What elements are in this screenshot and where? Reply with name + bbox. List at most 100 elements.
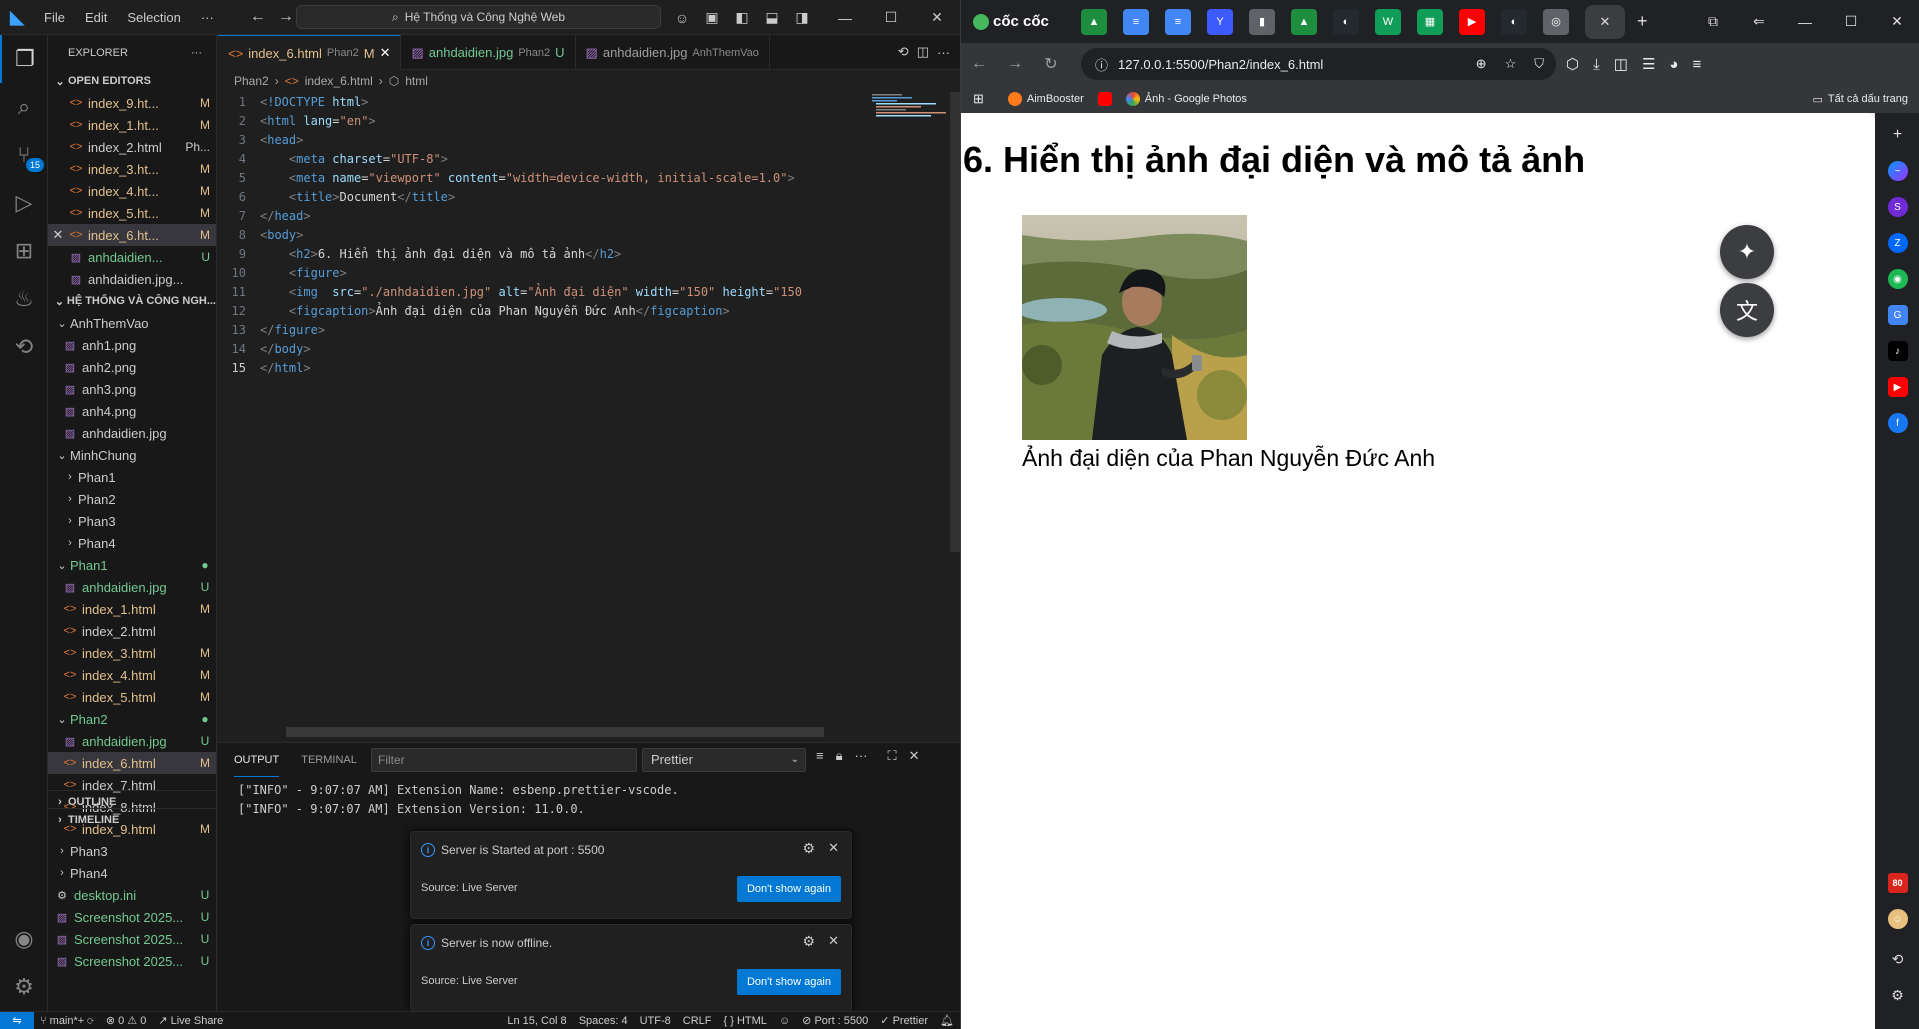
layout-icon[interactable]: ▣ bbox=[700, 6, 724, 30]
minimap[interactable] bbox=[870, 92, 950, 132]
close-icon[interactable]: ✕ bbox=[48, 227, 68, 243]
code-line[interactable]: 12 <figcaption>Ảnh đại diện của Phan Ngu… bbox=[218, 301, 960, 320]
open-editor-item[interactable]: ✕ <> index_6.ht... M bbox=[48, 224, 216, 246]
open-editor-item[interactable]: <> index_4.ht... M bbox=[48, 180, 216, 202]
vertical-scrollbar[interactable] bbox=[950, 92, 960, 737]
code-line[interactable]: 8 <body> bbox=[218, 225, 960, 244]
menu-edit[interactable]: Edit bbox=[75, 0, 117, 35]
file-item[interactable]: <> index_5.html M bbox=[48, 686, 216, 708]
toggle-secondary-sidebar-icon[interactable]: ◨ bbox=[790, 6, 814, 30]
gear-icon[interactable]: ⚙ bbox=[802, 933, 815, 950]
search-icon[interactable]: ⌕ bbox=[0, 83, 48, 131]
code-line[interactable]: 2 <html lang="en"> bbox=[218, 111, 960, 130]
code-line[interactable]: 4 <meta charset="UTF-8"> bbox=[218, 149, 960, 168]
breadcrumb-folder[interactable]: Phan2 bbox=[234, 74, 269, 88]
folder-item[interactable]: ⌄ Phan2 ● bbox=[48, 708, 216, 730]
folder-item[interactable]: › Phan4 bbox=[48, 862, 216, 884]
account-icon[interactable]: ◉ bbox=[0, 915, 48, 963]
folder-item[interactable]: › Phan1 bbox=[48, 466, 216, 488]
file-item[interactable]: ⚙ desktop.ini U bbox=[48, 884, 216, 906]
file-item[interactable]: <> index_3.html M bbox=[48, 642, 216, 664]
menu-icon[interactable]: ≡ bbox=[1692, 56, 1701, 73]
remote-explorer-icon[interactable]: ⟲ bbox=[0, 323, 48, 371]
dont-show-again-button[interactable]: Don't show again bbox=[736, 969, 841, 995]
google-docs-tab-icon[interactable]: ≡ bbox=[1123, 8, 1149, 35]
close-panel-icon[interactable]: ✕ bbox=[909, 748, 920, 764]
address-bar[interactable]: ⓘ 127.0.0.1:5500/Phan2/index_6.html ⊕ ☆ … bbox=[1081, 48, 1556, 80]
apps-grid-icon[interactable]: ⊞ bbox=[973, 91, 984, 107]
file-item[interactable]: ▨ anhdaidien.jpg U bbox=[48, 576, 216, 598]
code-line[interactable]: 14 </body> bbox=[218, 339, 960, 358]
open-preview-icon[interactable]: ⟲ bbox=[898, 44, 909, 60]
messenger-icon[interactable]: ~ bbox=[1887, 161, 1908, 181]
google-docs-tab-icon[interactable]: ≡ bbox=[1165, 8, 1191, 35]
bookmark-youtube[interactable] bbox=[1097, 92, 1112, 106]
close-icon[interactable]: ✕ bbox=[828, 933, 839, 949]
extensions-icon[interactable]: ⬡ bbox=[1566, 55, 1579, 73]
toggle-panel-icon[interactable]: ⬓ bbox=[760, 6, 784, 30]
source-control-icon[interactable]: ⑂ 15 bbox=[0, 131, 48, 179]
screenshot-icon[interactable]: ⧉ bbox=[1690, 13, 1736, 30]
bookmark-tab-icon[interactable]: ▮ bbox=[1249, 8, 1275, 35]
file-item[interactable]: ▨ Screenshot 2025... U bbox=[48, 928, 216, 950]
code-line[interactable]: 9 <h2>6. Hiển thị ảnh đại diện và mô tả … bbox=[218, 244, 960, 263]
split-editor-icon[interactable]: ◫ bbox=[917, 44, 929, 60]
tab-output[interactable]: OUTPUT bbox=[234, 743, 280, 777]
code-line[interactable]: 15 </html> bbox=[218, 358, 960, 377]
avatar[interactable]: ☺ bbox=[1887, 909, 1908, 929]
cursor-position[interactable]: Ln 15, Col 8 bbox=[501, 1015, 572, 1027]
ai-sparkle-icon[interactable]: ✦ bbox=[1720, 225, 1774, 279]
folder-item[interactable]: ⌄ AnhThemVao bbox=[48, 312, 216, 334]
open-editor-item[interactable]: ▨ anhdaidien.jpg... bbox=[48, 268, 216, 290]
profile-avatar[interactable]: ◕ bbox=[1669, 56, 1678, 73]
minimize-icon[interactable]: — bbox=[822, 0, 868, 35]
open-editors-header[interactable]: ⌄ OPEN EDITORS bbox=[48, 70, 216, 92]
more-actions-icon[interactable]: ··· bbox=[191, 47, 202, 59]
shield-icon[interactable]: ⛉ bbox=[1534, 56, 1544, 72]
menu-file[interactable]: File bbox=[34, 0, 75, 35]
file-item[interactable]: ▨ anh1.png bbox=[48, 334, 216, 356]
code-editor[interactable]: 1 <!DOCTYPE html> 2 <html lang="en"> 3 <head>… bbox=[218, 92, 960, 737]
tab-terminal[interactable]: TERMINAL bbox=[301, 743, 357, 777]
game-icon[interactable]: ◉ bbox=[1887, 269, 1908, 289]
translate-icon[interactable]: 文 bbox=[1720, 283, 1774, 337]
gear-icon[interactable]: ⚙ bbox=[1888, 985, 1908, 1005]
open-editor-item[interactable]: ▨ anhdaidien... U bbox=[48, 246, 216, 268]
menu-selection[interactable]: Selection bbox=[117, 0, 190, 35]
dont-show-again-button[interactable]: Don't show again bbox=[736, 876, 841, 902]
file-item[interactable]: <> index_6.html M bbox=[48, 752, 216, 774]
coccoc-logo[interactable]: cốc cốc bbox=[973, 13, 1073, 30]
close-icon[interactable]: ✕ bbox=[828, 840, 839, 856]
output-filter-input[interactable]: Filter bbox=[371, 748, 637, 772]
maximize-icon[interactable]: ☐ bbox=[868, 0, 914, 35]
minimize-icon[interactable]: — bbox=[1782, 14, 1828, 30]
run-debug-icon[interactable]: ▷ bbox=[0, 179, 48, 227]
gear-icon[interactable]: ⚙ bbox=[802, 840, 815, 857]
w-tab-icon[interactable]: W bbox=[1375, 8, 1401, 35]
google-translate-icon[interactable]: G bbox=[1887, 305, 1908, 325]
all-bookmarks[interactable]: ▭ Tất cả dấu trang bbox=[1812, 93, 1908, 106]
timeline-header[interactable]: › TIMELINE bbox=[48, 808, 216, 830]
open-editor-item[interactable]: <> index_1.ht... M bbox=[48, 114, 216, 136]
code-line[interactable]: 10 <figure> bbox=[218, 263, 960, 282]
file-item[interactable]: <> index_1.html M bbox=[48, 598, 216, 620]
reload-icon[interactable]: ↻ bbox=[1033, 54, 1069, 74]
language-status[interactable]: { } HTML bbox=[718, 1015, 773, 1027]
extensions-icon[interactable]: ⊞ bbox=[0, 227, 48, 275]
youtube-icon[interactable]: ▶ bbox=[1887, 377, 1908, 397]
toggle-sidebar-icon[interactable]: ◧ bbox=[730, 6, 754, 30]
horizontal-scrollbar[interactable] bbox=[286, 727, 824, 737]
zoom-icon[interactable]: ⊕ bbox=[1476, 56, 1487, 72]
reading-list-icon[interactable]: ☰ bbox=[1642, 55, 1655, 73]
download-icon[interactable]: ⤓ bbox=[1593, 56, 1600, 73]
history-icon[interactable]: ⟲ bbox=[1888, 949, 1908, 969]
sidebar-badge[interactable]: 80 bbox=[1887, 873, 1908, 893]
encoding-status[interactable]: UTF-8 bbox=[634, 1015, 677, 1027]
lock-icon[interactable]: 🔒︎ bbox=[836, 748, 843, 764]
file-item[interactable]: ▨ anh4.png bbox=[48, 400, 216, 422]
globe-tab-icon[interactable]: ◎ bbox=[1543, 8, 1569, 35]
bookmark-star-icon[interactable]: ☆ bbox=[1505, 56, 1517, 72]
clear-output-icon[interactable]: ≡ bbox=[816, 748, 824, 764]
gear-icon[interactable]: ⚙ bbox=[0, 963, 48, 1011]
problems-status[interactable]: ⊗ 0 ⚠ 0 bbox=[100, 1014, 152, 1027]
